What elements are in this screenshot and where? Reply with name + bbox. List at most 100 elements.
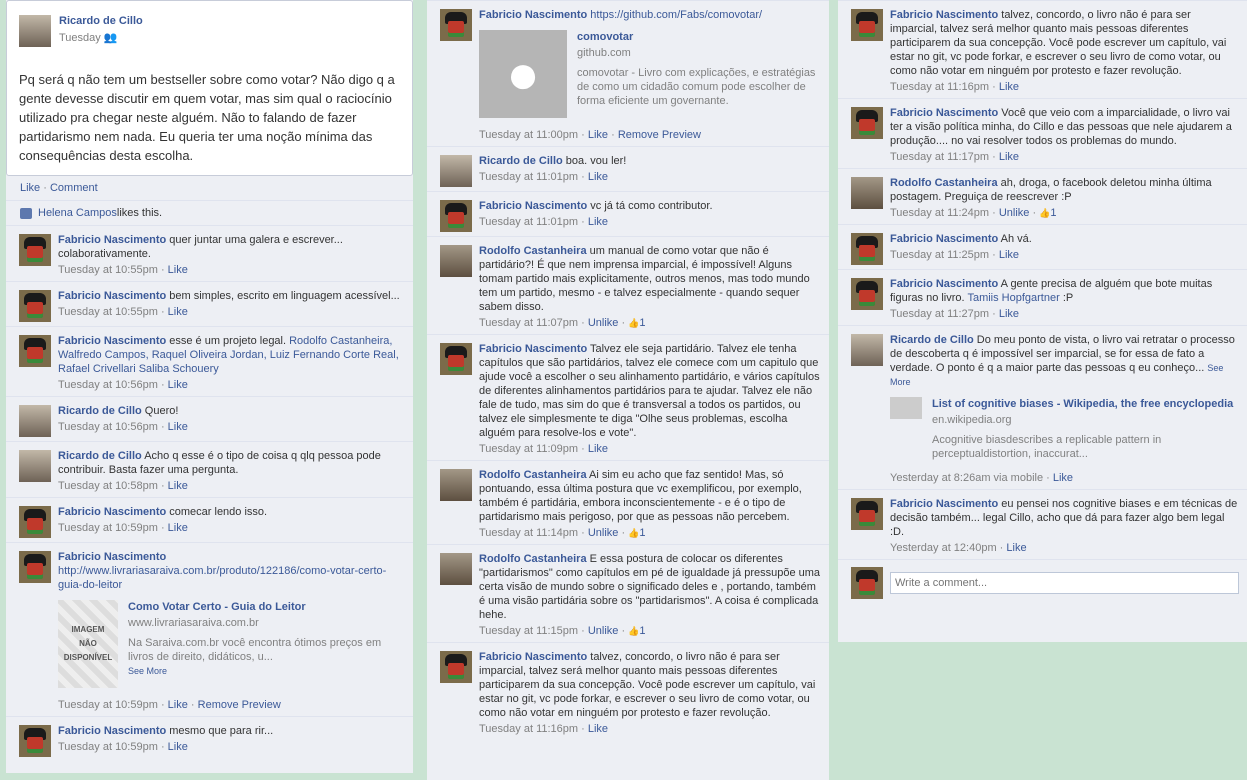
comment-time[interactable]: Tuesday at 10:56pm: [58, 421, 158, 433]
comment-time[interactable]: Tuesday at 11:07pm: [479, 317, 578, 329]
link-preview[interactable]: IMAGEM NÃO DISPONÍVEL Como Votar Certo - …: [58, 600, 405, 688]
comment-time[interactable]: Tuesday at 10:56pm: [58, 379, 158, 391]
comment-author[interactable]: Fabricio Nascimento: [58, 551, 166, 563]
avatar[interactable]: [440, 553, 472, 585]
comment-time[interactable]: Tuesday at 10:59pm: [58, 741, 158, 753]
thumbs-up-icon[interactable]: 👍: [1039, 208, 1050, 218]
comment-time[interactable]: Tuesday at 10:55pm: [58, 306, 158, 318]
avatar[interactable]: [851, 498, 883, 530]
comment-author[interactable]: Fabricio Nascimento: [58, 725, 166, 737]
comment-author[interactable]: Ricardo de Cillo: [58, 405, 142, 417]
comment-time[interactable]: Tuesday at 11:16pm: [479, 723, 578, 735]
unlike-button[interactable]: Unlike: [588, 317, 619, 329]
avatar[interactable]: [851, 107, 883, 139]
write-comment-input[interactable]: [890, 572, 1239, 594]
comment-author[interactable]: Ricardo de Cillo: [479, 155, 563, 167]
comment-author[interactable]: Fabricio Nascimento: [890, 9, 998, 21]
comment-author[interactable]: Ricardo de Cillo: [58, 450, 142, 462]
like-button[interactable]: Like: [168, 699, 188, 711]
like-button[interactable]: Like: [999, 81, 1019, 93]
like-button[interactable]: Like: [999, 308, 1019, 320]
avatar[interactable]: [440, 651, 472, 683]
preview-title[interactable]: Como Votar Certo - Guia do Leitor: [128, 600, 405, 614]
like-button[interactable]: Like: [168, 264, 188, 276]
like-count[interactable]: 1: [1050, 207, 1056, 219]
see-more-link[interactable]: See More: [128, 666, 167, 676]
comment-time[interactable]: Tuesday at 11:27pm: [890, 308, 989, 320]
like-button[interactable]: Like: [168, 379, 188, 391]
like-button[interactable]: Like: [1053, 472, 1073, 484]
remove-preview-button[interactable]: Remove Preview: [618, 129, 701, 141]
comment-author[interactable]: Rodolfo Castanheira: [479, 469, 587, 481]
like-count[interactable]: 1: [639, 625, 645, 637]
avatar[interactable]: [440, 469, 472, 501]
comment-button[interactable]: Comment: [50, 182, 98, 194]
liker-name[interactable]: Helena Campos: [38, 207, 117, 219]
comment-time[interactable]: Tuesday at 10:58pm: [58, 480, 158, 492]
comment-author[interactable]: Fabricio Nascimento: [58, 290, 166, 302]
preview-title[interactable]: comovotar: [577, 30, 821, 44]
remove-preview-button[interactable]: Remove Preview: [198, 699, 281, 711]
unlike-button[interactable]: Unlike: [588, 527, 619, 539]
avatar[interactable]: [440, 9, 472, 41]
like-button[interactable]: Like: [168, 741, 188, 753]
comment-time[interactable]: Tuesday at 10:55pm: [58, 264, 158, 276]
comment-author[interactable]: Fabricio Nascimento: [479, 200, 587, 212]
comment-author[interactable]: Rodolfo Castanheira: [890, 177, 998, 189]
avatar[interactable]: [19, 15, 51, 47]
preview-title[interactable]: List of cognitive biases - Wikipedia, th…: [932, 397, 1239, 411]
like-button[interactable]: Like: [1006, 542, 1026, 554]
like-button[interactable]: Like: [588, 129, 608, 141]
avatar[interactable]: [440, 155, 472, 187]
comment-time[interactable]: Tuesday at 11:01pm: [479, 216, 578, 228]
like-button[interactable]: Like: [20, 182, 40, 194]
comment-time[interactable]: Tuesday at 11:01pm: [479, 171, 578, 183]
comment-author[interactable]: Fabricio Nascimento: [479, 343, 587, 355]
thumbs-up-icon[interactable]: 👍: [628, 626, 639, 636]
comment-time[interactable]: Tuesday at 11:16pm: [890, 81, 989, 93]
comment-author[interactable]: Fabricio Nascimento: [58, 234, 166, 246]
avatar[interactable]: [19, 335, 51, 367]
avatar[interactable]: [851, 278, 883, 310]
like-button[interactable]: Like: [588, 171, 608, 183]
comment-time[interactable]: Yesterday at 12:40pm: [890, 542, 997, 554]
comment-time[interactable]: Tuesday at 10:59pm: [58, 699, 158, 711]
avatar[interactable]: [19, 506, 51, 538]
like-button[interactable]: Like: [588, 216, 608, 228]
comment-time[interactable]: Yesterday at 8:26am via mobile: [890, 472, 1043, 484]
tagged-friend[interactable]: Tamiis Hopfgartner: [967, 292, 1059, 304]
avatar[interactable]: [19, 450, 51, 482]
like-count[interactable]: 1: [639, 317, 645, 329]
comment-time[interactable]: Tuesday at 11:15pm: [479, 625, 578, 637]
comment-author[interactable]: Fabricio Nascimento: [58, 506, 166, 518]
comment-author[interactable]: Fabricio Nascimento: [890, 498, 998, 510]
like-button[interactable]: Like: [168, 421, 188, 433]
comment-time[interactable]: Tuesday at 11:09pm: [479, 443, 578, 455]
comment-time[interactable]: Tuesday at 11:25pm: [890, 249, 989, 261]
comment-time[interactable]: Tuesday at 11:17pm: [890, 151, 989, 163]
thumbs-up-icon[interactable]: 👍: [628, 318, 639, 328]
comment-author[interactable]: Fabricio Nascimento: [890, 107, 998, 119]
comment-author[interactable]: Rodolfo Castanheira: [479, 245, 587, 257]
avatar[interactable]: [851, 334, 883, 366]
like-button[interactable]: Like: [168, 306, 188, 318]
like-button[interactable]: Like: [168, 522, 188, 534]
comment-link[interactable]: http://www.livrariasaraiva.com.br/produt…: [58, 565, 386, 591]
comment-time[interactable]: Tuesday at 11:24pm: [890, 207, 989, 219]
avatar[interactable]: [440, 200, 472, 232]
link-preview[interactable]: List of cognitive biases - Wikipedia, th…: [890, 397, 1239, 461]
post-author[interactable]: Ricardo de Cillo: [59, 15, 143, 27]
avatar[interactable]: [19, 405, 51, 437]
link-preview[interactable]: ● comovotar github.com comovotar - Livro co…: [479, 30, 821, 118]
comment-author[interactable]: Fabricio Nascimento: [890, 233, 998, 245]
like-button[interactable]: Like: [168, 480, 188, 492]
comment-time[interactable]: Tuesday at 10:59pm: [58, 522, 158, 534]
avatar[interactable]: [851, 177, 883, 209]
comment-time[interactable]: Tuesday at 11:14pm: [479, 527, 578, 539]
like-button[interactable]: Like: [999, 249, 1019, 261]
post-time-text[interactable]: Tuesday: [59, 32, 101, 44]
avatar[interactable]: [19, 234, 51, 266]
avatar[interactable]: [19, 551, 51, 583]
comment-time[interactable]: Tuesday at 11:00pm: [479, 129, 578, 141]
like-count[interactable]: 1: [639, 527, 645, 539]
